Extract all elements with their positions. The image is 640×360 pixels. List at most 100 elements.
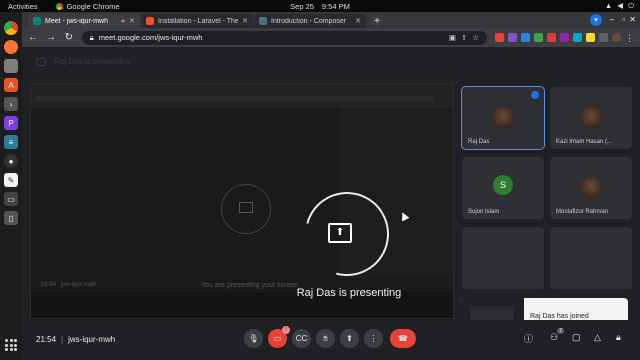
clock-time: 9:54 PM <box>321 1 350 11</box>
avatar <box>580 177 602 199</box>
system-clock[interactable]: Sep 25 9:54 PM <box>290 2 350 11</box>
inner-meeting-info: 16:54 jws-iqur-mwh <box>41 282 97 288</box>
address-bar[interactable]: 🔒︎ meet.google.com/jws-iqur-mwh ▣ ⇪ ☆ <box>81 30 487 45</box>
extension-icon[interactable] <box>495 33 504 42</box>
raise-hand-button[interactable]: ✋︎ <box>316 329 335 348</box>
new-tab-button[interactable]: + <box>371 15 383 27</box>
tab-laravel[interactable]: Installation - Laravel - The ✕ <box>141 14 253 28</box>
system-tray[interactable]: ▲ ◀ ⏻ <box>605 1 634 11</box>
participant-tile[interactable]: S Sujon Islam <box>462 157 544 219</box>
extension-icon[interactable] <box>521 33 530 42</box>
back-icon[interactable]: ← <box>28 32 38 43</box>
participant-tile[interactable]: Kazi Imam Hasan (... <box>550 87 632 149</box>
profile-avatar[interactable] <box>612 33 621 42</box>
puzzle-icon[interactable] <box>599 33 608 42</box>
meet-favicon-icon <box>33 17 41 25</box>
extension-icon[interactable] <box>573 33 582 42</box>
presenting-status: Raj Das is presenting <box>296 287 402 299</box>
vscode-dock-icon[interactable]: ≡ <box>4 135 18 149</box>
mic-icon: 🎙︎ <box>248 334 259 343</box>
forward-icon[interactable]: → <box>46 32 56 43</box>
avatar <box>492 107 514 129</box>
chrome-dock-icon[interactable] <box>4 21 18 35</box>
trash-dock-icon[interactable]: ▯ <box>4 211 18 225</box>
inner-address-bar <box>35 96 435 102</box>
present-button[interactable]: ⬆︎ <box>340 329 359 348</box>
extension-icon[interactable] <box>586 33 595 42</box>
chrome-icon <box>55 2 63 10</box>
participant-name: Raj Das <box>468 139 490 145</box>
close-tab-icon[interactable]: ✕ <box>129 17 135 25</box>
close-window-icon[interactable]: ✕ <box>629 15 636 24</box>
app-name: Google Chrome <box>66 1 120 11</box>
power-icon: ⏻ <box>628 1 634 10</box>
show-apps-icon[interactable] <box>4 338 18 352</box>
ghost-present-icon <box>239 202 253 213</box>
reload-icon[interactable]: ↻ <box>64 32 74 43</box>
participant-name: Kazi Imam Hasan (... <box>556 139 613 145</box>
chrome-menu-icon[interactable]: ⋮ <box>625 33 634 43</box>
system-top-bar: Activities Google Chrome Sep 25 9:54 PM ▲… <box>0 0 640 12</box>
participant-name: Sujon Islam <box>468 209 500 215</box>
participant-tile[interactable]: Mostafizur Rahman <box>550 157 632 219</box>
files-dock-icon[interactable] <box>4 59 18 73</box>
activities-icon[interactable]: △ <box>594 332 601 343</box>
meet-stage: Raj Das is presenting You are presenting… <box>22 47 640 360</box>
activities-button[interactable]: Activities <box>8 2 38 11</box>
phpstorm-dock-icon[interactable]: P <box>4 116 18 130</box>
divider: | <box>61 335 64 344</box>
info-icon[interactable]: ⓘ <box>524 332 533 345</box>
captions-icon: CC <box>295 334 308 343</box>
present-screen-icon: ⬆︎ <box>328 223 352 243</box>
media-dock-icon[interactable]: ● <box>4 154 18 168</box>
composer-favicon-icon <box>259 17 267 25</box>
hangup-button[interactable]: ☎︎ <box>390 329 416 348</box>
terminal-dock-icon[interactable]: › <box>4 97 18 111</box>
editor-dock-icon[interactable]: ✎ <box>4 173 18 187</box>
tab-meet[interactable]: Meet - jws-iqur-mwh ● ✕ <box>28 14 140 28</box>
more-options-button[interactable]: ⋮ <box>364 329 383 348</box>
extensions-bar: ⋮ <box>495 33 634 43</box>
firefox-dock-icon[interactable] <box>4 40 18 54</box>
drive-dock-icon[interactable]: ▭ <box>4 192 18 206</box>
mic-button[interactable]: 🎙︎ <box>244 329 263 348</box>
participant-tile[interactable]: Raj Das <box>461 86 545 150</box>
bookmark-star-icon[interactable]: ☆ <box>472 33 479 42</box>
tab-composer[interactable]: Introduction - Composer ✕ <box>254 14 366 28</box>
camera-button[interactable]: ▭ ! <box>268 326 290 348</box>
network-icon: ▲ <box>604 1 613 10</box>
extension-icon[interactable] <box>560 33 569 42</box>
host-controls-icon[interactable]: 🔒︎ <box>616 332 621 343</box>
tab-title: Meet - jws-iqur-mwh <box>45 17 109 25</box>
more-vert-icon: ⋮ <box>369 334 378 343</box>
avatar-initial: S <box>493 175 513 195</box>
recording-dot-icon: ● <box>120 17 126 25</box>
clock-date: Sep 25 <box>290 1 314 11</box>
participant-tile[interactable] <box>550 227 632 289</box>
share-icon[interactable]: ⇪ <box>461 33 467 42</box>
chrome-window: Meet - jws-iqur-mwh ● ✕ Installation - L… <box>22 12 640 360</box>
extension-icon[interactable] <box>534 33 543 42</box>
extension-icon[interactable] <box>547 33 556 42</box>
hangup-icon: ☎︎ <box>398 334 408 343</box>
people-count: 7 <box>557 328 565 334</box>
meet-logo-icon <box>36 57 46 66</box>
dock: A › P ≡ ● ✎ ▭ ▯ <box>0 12 22 360</box>
captions-button[interactable]: CC <box>292 329 311 348</box>
chat-icon[interactable]: ▢ <box>572 332 581 343</box>
speaking-icon <box>531 91 539 99</box>
software-dock-icon[interactable]: A <box>4 78 18 92</box>
participant-tile[interactable] <box>462 227 544 289</box>
alert-badge: ! <box>282 326 290 334</box>
lock-icon: 🔒︎ <box>89 32 94 42</box>
camera-permission-icon[interactable]: ▣ <box>449 33 456 42</box>
extension-icon[interactable] <box>508 33 517 42</box>
minimize-icon[interactable]: – <box>610 15 614 24</box>
maximize-icon[interactable]: ▫ <box>622 15 625 24</box>
close-tab-icon[interactable]: ✕ <box>242 17 248 25</box>
tab-search-button[interactable]: ▾ <box>590 14 602 26</box>
people-icon[interactable]: ⚇ 7 <box>550 328 565 343</box>
present-icon: ⬆︎ <box>346 334 353 343</box>
close-tab-icon[interactable]: ✕ <box>355 17 361 25</box>
app-menu[interactable]: Google Chrome <box>55 1 120 11</box>
